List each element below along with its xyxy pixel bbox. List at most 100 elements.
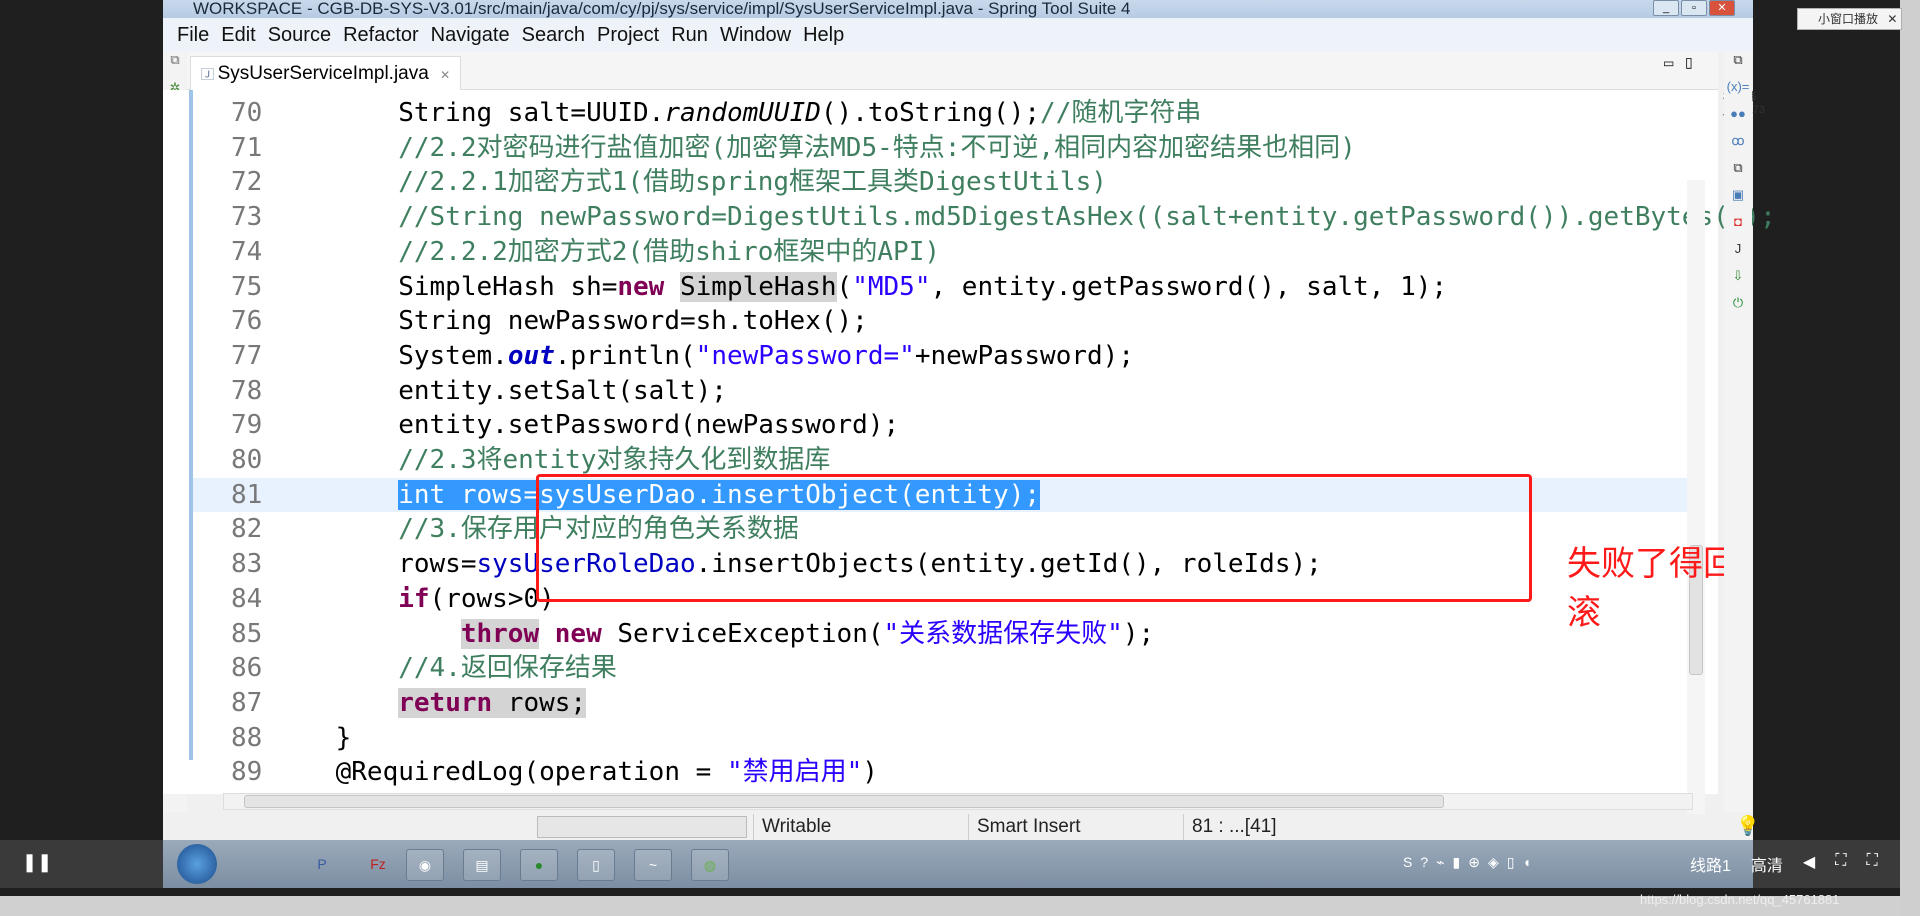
line-number: 81 [231,479,263,510]
restore-icon[interactable]: ⧉ [1724,52,1752,79]
volume-icon[interactable]: ◀︎ [1803,852,1815,876]
code-token: , entity.getPassword(), salt, 1); [930,271,1448,302]
code-token: return [398,687,493,718]
code-token: ServiceException( [601,618,884,649]
horizontal-scroll-thumb[interactable] [244,795,1444,808]
tab-sysuserserviceimpl[interactable]: 🄹 SysUserServiceImpl.java ✕ [190,56,462,90]
vertical-scrollbar[interactable] [1687,180,1705,884]
code-token: ); [1122,618,1155,649]
spring-boot-icon[interactable]: ⏻ [1724,295,1752,322]
code-line[interactable]: 74 //2.2.2加密方式2(借助shiro框架中的API) [193,235,1687,270]
web-fullscreen-icon[interactable]: ⛶ [1835,852,1846,876]
right-trim-toolbar: ⧉ (x)= ●● ꝏ ⧉ ▣ ◘ J ⇩ ⏻ [1724,52,1752,812]
sts-icon[interactable]: ● [520,849,558,881]
code-text: throw new ServiceException("关系数据保存失败"); [273,617,1154,652]
menu-navigate[interactable]: Navigate [425,18,516,52]
notepad-icon[interactable]: ▯ [577,849,615,881]
expressions-icon[interactable]: ꝏ [1724,133,1752,160]
close-icon[interactable]: ✕ [1887,12,1897,26]
code-line[interactable]: 77 System.out.println("newPassword="+new… [193,339,1687,374]
code-token: rows; [492,687,587,718]
restore-icon-2[interactable]: ⧉ [1724,160,1752,187]
line-select[interactable]: 线路1 [1690,852,1731,876]
variables-icon[interactable]: (x)= [1724,79,1752,106]
status-insert-mode: Smart Insert [968,814,1080,840]
explorer-icon[interactable]: ▤ [463,849,501,881]
code-line[interactable]: 89 @RequiredLog(operation = "禁用启用") [193,755,1687,790]
menu-help[interactable]: Help [797,18,850,52]
menu-file[interactable]: File [171,18,215,52]
code-line[interactable]: 79 entity.setPassword(newPassword); [193,408,1687,443]
app-icon[interactable]: ~ [634,849,672,881]
maximize-button[interactable]: ▫ [1681,0,1707,16]
menu-refactor[interactable]: Refactor [337,18,425,52]
code-line[interactable]: 72 //2.2.1加密方式1(借助spring框架工具类DigestUtils… [193,165,1687,200]
menu-project[interactable]: Project [591,18,665,52]
code-token: //4.返回保存结果 [398,653,617,684]
code-token: "MD5" [852,271,931,302]
line-number: 88 [231,722,263,753]
code-line[interactable]: 71 //2.2对密码进行盐值加密(加密算法MD5-特点:不可逆,相同内容加密结… [193,131,1687,166]
lightbulb-icon[interactable]: 💡 [1728,814,1760,840]
horizontal-scrollbar[interactable] [223,793,1693,810]
code-line[interactable]: 80 //2.3将entity对象持久化到数据库 [193,443,1687,478]
code-token: SimpleHash [680,271,837,302]
breakpoints-icon[interactable]: ●● [1724,106,1752,133]
mini-window-button[interactable]: 小窗口播放 ✕ [1797,8,1902,30]
close-button[interactable]: ✕ [1709,0,1735,16]
code-token: @RequiredLog(operation = [273,757,727,788]
line-number: 85 [231,618,263,649]
filezilla-icon[interactable]: Fz [359,849,397,881]
line-number: 75 [231,271,263,302]
player-controls: 线路1 高清 ◀︎ ⛶ ⛶ [1690,852,1878,876]
line-number: 76 [231,306,263,337]
code-line[interactable]: 88 } [193,721,1687,756]
javadoc-icon[interactable]: J [1724,241,1752,268]
code-token: +newPassword); [914,340,1134,371]
code-token: //2.2.2加密方式2(借助shiro框架中的API) [398,236,940,267]
wechat-icon[interactable]: ◍ [691,849,729,881]
fullscreen-icon[interactable]: ⛶ [1866,852,1877,876]
code-line[interactable]: 75 SimpleHash sh=new SimpleHash("MD5", e… [193,270,1687,305]
system-tray: S?⌁▮⊕◈▯◖ [1403,854,1539,870]
code-line[interactable]: 70 String salt=UUID.randomUUID().toStrin… [193,96,1687,131]
code-token: } [273,722,352,753]
page-horizontal-scrollbar[interactable] [0,896,1900,916]
code-line[interactable]: 87 return rows; [193,686,1687,721]
download-icon[interactable]: ⇩ [1724,268,1752,295]
code-line[interactable]: 73 //String newPassword=DigestUtils.md5D… [193,200,1776,235]
start-button[interactable] [177,844,217,884]
menu-window[interactable]: Window [714,18,797,52]
code-line[interactable]: 85 throw new ServiceException("关系数据保存失败"… [193,617,1687,652]
restore-icon[interactable]: ⧉ [163,52,187,80]
menu-search[interactable]: Search [516,18,591,52]
code-line[interactable]: 78 entity.setSalt(salt); [193,374,1687,409]
code-text: //String newPassword=DigestUtils.md5Dige… [273,200,1776,235]
tab-close-icon[interactable]: ✕ [440,68,450,82]
app-icon-p[interactable]: P [303,849,341,881]
line-number: 89 [231,757,263,788]
line-number: 79 [231,410,263,441]
code-line[interactable]: 86 //4.返回保存结果 [193,651,1687,686]
line-number: 74 [231,236,263,267]
pause-icon[interactable]: ❚❚ [22,852,52,873]
quality-select[interactable]: 高清 [1751,852,1783,876]
console-icon[interactable]: ▣ [1724,187,1752,214]
menu-run[interactable]: Run [665,18,714,52]
chrome-icon[interactable]: ◉ [406,849,444,881]
code-line[interactable]: 76 String newPassword=sh.toHex(); [193,304,1687,339]
maximize-editor-icon[interactable]: ▯ [1685,54,1693,71]
minimize-editor-icon[interactable]: ▭ [1663,56,1674,70]
code-text: @RequiredLog(operation = "禁用启用") [273,755,878,790]
status-progress [537,816,747,838]
minimize-button[interactable]: _ [1653,0,1679,16]
code-editor[interactable]: 70 String salt=UUID.randomUUID().toStrin… [163,90,1776,884]
problems-icon[interactable]: ◘ [1724,214,1752,241]
menu-edit[interactable]: Edit [215,18,261,52]
code-token: .println( [554,340,696,371]
menu-source[interactable]: Source [262,18,337,52]
page-vertical-scrollbar[interactable] [1900,0,1920,916]
